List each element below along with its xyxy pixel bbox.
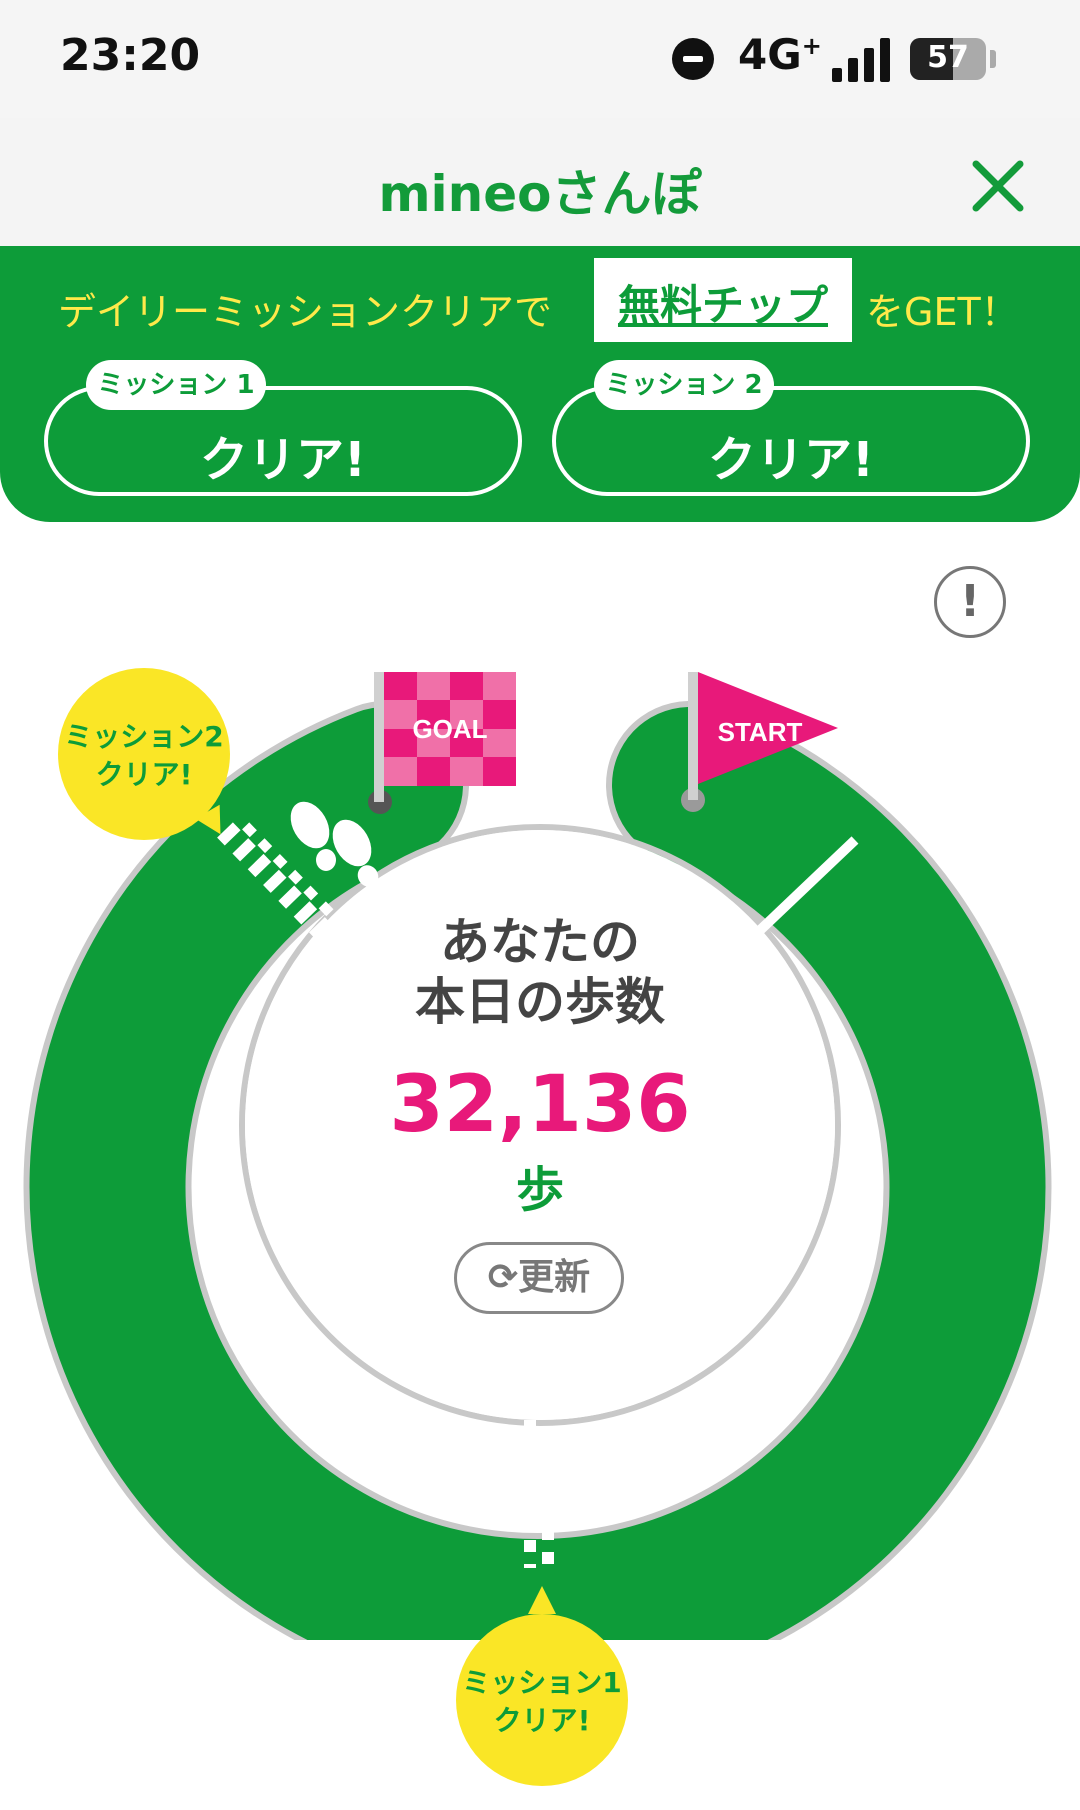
mission-2-bubble-line2: クリア! — [95, 758, 193, 791]
mission-2-bubble: ミッション2 クリア! — [58, 668, 230, 840]
start-label: START — [718, 717, 803, 747]
network-type: 4G — [738, 30, 802, 79]
steps-count: 32,136 — [389, 1060, 691, 1150]
goal-label: GOAL — [412, 714, 487, 744]
close-x-icon — [972, 160, 1024, 212]
mission-1-status: クリア! — [200, 432, 366, 488]
network-indicator: 4G+ — [738, 30, 822, 79]
mission-1-bubble-tail — [528, 1586, 556, 1614]
status-bar: 23:20 4G+ 57 — [0, 0, 1080, 118]
mission-1-bubble-line1: ミッション1 — [462, 1666, 622, 1699]
do-not-disturb-icon — [672, 38, 714, 80]
refresh-button[interactable]: ⟳更新 — [454, 1242, 624, 1314]
signal-icon — [832, 36, 892, 82]
close-button[interactable] — [968, 156, 1028, 216]
steps-title-line1: あなたの — [440, 913, 640, 971]
mission-1-tag: ミッション 1 — [86, 360, 266, 410]
battery-icon: 57 — [910, 38, 986, 80]
mission-panel: デイリーミッションクリアで 無料チップ をGET！ クリア! ミッション 1 ク… — [0, 246, 1080, 522]
mission-2-tag: ミッション 2 — [594, 360, 774, 410]
mission-2-status: クリア! — [708, 432, 874, 488]
app-header: mineoさんぽ — [0, 118, 1080, 246]
mission-2-bubble-line1: ミッション2 — [64, 720, 224, 753]
mission-1-bubble: ミッション1 クリア! — [456, 1614, 628, 1786]
steps-title-line2: 本日の歩数 — [415, 973, 665, 1031]
page-title: mineoさんぽ — [378, 165, 702, 223]
steps-title: あなたの 本日の歩数 — [0, 912, 1080, 1032]
network-plus: + — [801, 32, 822, 60]
banner-prefix: デイリーミッションクリアで — [58, 290, 553, 334]
free-chip-link[interactable]: 無料チップ — [594, 272, 852, 333]
steps-unit: 歩 — [515, 1162, 564, 1218]
free-chip-box: 無料チップ — [594, 258, 852, 342]
battery-percent: 57 — [927, 40, 969, 75]
banner-suffix: をGET！ — [866, 290, 1019, 334]
status-time: 23:20 — [60, 30, 201, 81]
mission-1-bubble-line2: クリア! — [493, 1704, 591, 1737]
